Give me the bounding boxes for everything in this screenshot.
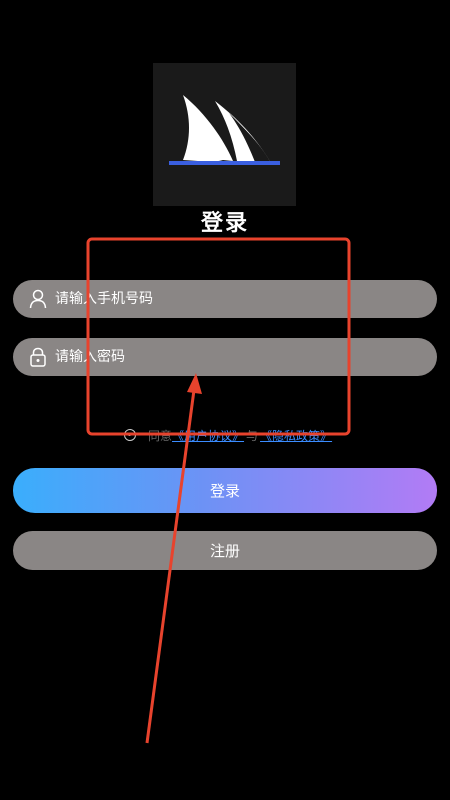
user-icon <box>29 289 47 309</box>
sail-logo-icon <box>169 95 280 165</box>
password-field[interactable] <box>13 338 437 376</box>
agreement-prefix: 同意 <box>148 428 173 443</box>
app-logo <box>153 63 296 206</box>
agreement-connector: 与 <box>246 428 259 443</box>
privacy-policy-link[interactable]: 《隐私政策》 <box>260 427 332 444</box>
phone-input[interactable] <box>55 291 437 307</box>
phone-field[interactable] <box>13 280 437 318</box>
user-agreement-link[interactable]: 《用户协议》 <box>172 427 244 444</box>
lock-icon <box>29 347 47 367</box>
annotation-arrow-head <box>187 373 202 394</box>
login-button[interactable]: 登录 <box>13 468 437 513</box>
agreement-row: 同意 《用户协议》 与 《隐私政策》 <box>124 425 332 445</box>
page-title: 登录 <box>200 211 249 236</box>
register-button[interactable]: 注册 <box>13 531 437 570</box>
annotation-highlight-box <box>86 237 351 436</box>
password-input[interactable] <box>55 349 437 365</box>
radio-icon[interactable] <box>124 429 136 441</box>
